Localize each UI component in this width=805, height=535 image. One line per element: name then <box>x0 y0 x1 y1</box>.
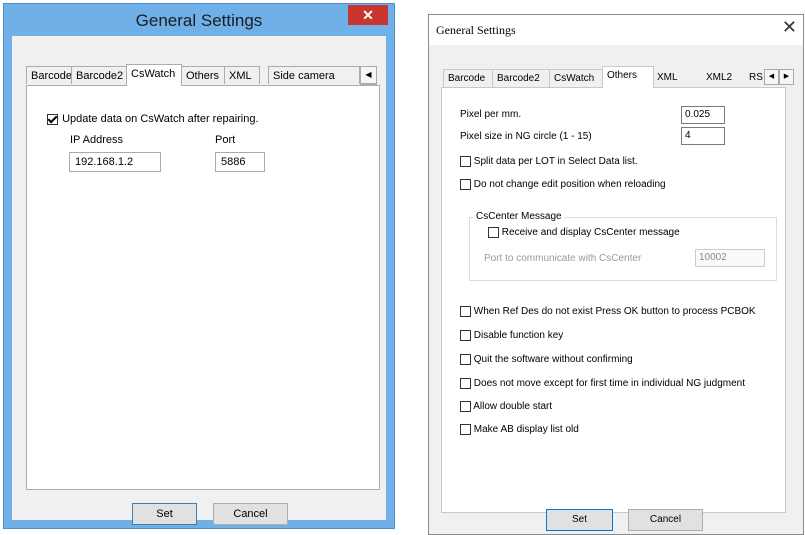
tab-panel-others: Pixel per mm. 0.025 Pixel size in NG cir… <box>441 87 786 513</box>
allow-double-start-label: Allow double start <box>473 401 553 413</box>
ab-display-old-checkbox[interactable] <box>460 424 471 435</box>
receive-cscenter-label: Receive and display CsCenter message <box>501 227 680 239</box>
no-change-edit-label: Do not change edit position when reloadi… <box>473 179 666 191</box>
close-button[interactable]: ✕ <box>348 5 388 25</box>
dialog-client-area: Barcode Barcode2 CsWatch Others XML Side… <box>12 36 386 525</box>
allow-double-start-checkbox[interactable] <box>460 401 471 412</box>
dialog-client-area: Barcode Barcode2 CsWatch Others XML XML2… <box>429 45 803 534</box>
no-change-edit-row[interactable]: Do not change edit position when reloadi… <box>460 179 666 190</box>
option-row[interactable]: Make AB display list old <box>460 424 579 435</box>
option-row[interactable]: When Ref Des do not exist Press OK butto… <box>460 306 756 317</box>
tab-barcode2[interactable]: Barcode2 <box>71 66 127 84</box>
ab-display-old-label: Make AB display list old <box>473 424 579 436</box>
cscenter-group: CsCenter Message Receive and display CsC… <box>469 211 777 281</box>
set-button[interactable]: Set <box>132 503 197 525</box>
ip-address-field[interactable]: 192.168.1.2 <box>69 152 161 172</box>
port-label: Port <box>215 134 236 146</box>
tab-others[interactable]: Others <box>181 66 225 84</box>
split-lot-label: Split data per LOT in Select Data list. <box>473 156 638 168</box>
ip-address-label: IP Address <box>70 134 123 146</box>
disable-function-key-checkbox[interactable] <box>460 330 471 341</box>
set-button[interactable]: Set <box>546 509 613 531</box>
receive-cscenter-checkbox[interactable] <box>488 227 499 238</box>
tab-cswatch[interactable]: CsWatch <box>549 69 603 87</box>
no-change-edit-checkbox[interactable] <box>460 179 471 190</box>
tab-xml[interactable]: XML <box>224 66 260 84</box>
cancel-button[interactable]: Cancel <box>628 509 703 531</box>
general-settings-dialog-right: General Settings ✕ Barcode Barcode2 CsWa… <box>428 14 804 535</box>
tab-barcode2[interactable]: Barcode2 <box>492 69 550 87</box>
update-cswatch-label: Update data on CsWatch after repairing. <box>62 113 259 125</box>
scroll-left-icon[interactable]: ◀ <box>360 66 377 84</box>
general-settings-dialog-left: General Settings ✕ Barcode Barcode2 CsWa… <box>3 3 395 529</box>
tab-cswatch[interactable]: CsWatch <box>126 64 182 86</box>
option-row[interactable]: Quit the software without confirming <box>460 354 633 365</box>
quit-without-confirm-checkbox[interactable] <box>460 354 471 365</box>
no-move-ng-checkbox[interactable] <box>460 378 471 389</box>
pixel-size-field[interactable]: 4 <box>681 127 725 145</box>
tab-scroll-buttons: ◀▶ <box>360 66 392 102</box>
receive-cscenter-row[interactable]: Receive and display CsCenter message <box>488 227 680 238</box>
tab-strip: Barcode Barcode2 CsWatch Others XML Side… <box>26 64 377 102</box>
ref-des-label: When Ref Des do not exist Press OK butto… <box>473 306 756 318</box>
update-cswatch-row[interactable]: Update data on CsWatch after repairing. <box>47 113 259 125</box>
tab-side-camera[interactable]: Side camera <box>268 66 360 84</box>
ref-des-checkbox[interactable] <box>460 306 471 317</box>
tab-scroll-buttons: ◀▶ <box>764 69 794 85</box>
tab-rs[interactable]: RS <box>745 69 765 87</box>
disable-function-key-label: Disable function key <box>473 330 564 342</box>
option-row[interactable]: Disable function key <box>460 330 563 341</box>
tab-barcode[interactable]: Barcode <box>443 69 493 87</box>
split-lot-checkbox[interactable] <box>460 156 471 167</box>
option-row[interactable]: Allow double start <box>460 401 552 412</box>
dialog-title: General Settings <box>436 23 516 37</box>
scroll-right-icon[interactable]: ▶ <box>779 69 794 85</box>
dialog-title: General Settings <box>135 11 263 30</box>
option-row[interactable]: Does not move except for first time in i… <box>460 378 745 389</box>
scroll-left-icon[interactable]: ◀ <box>764 69 779 85</box>
title-bar: General Settings ✕ <box>4 4 394 36</box>
port-field[interactable]: 5886 <box>215 152 265 172</box>
cancel-button[interactable]: Cancel <box>213 503 288 525</box>
close-icon: ✕ <box>362 7 374 23</box>
tab-others[interactable]: Others <box>602 66 654 88</box>
tab-xml2[interactable]: XML2 <box>702 69 738 87</box>
cscenter-port-field: 10002 <box>695 249 765 267</box>
pixel-size-label: Pixel size in NG circle (1 - 15) <box>460 131 592 142</box>
split-lot-row[interactable]: Split data per LOT in Select Data list. <box>460 156 638 167</box>
pixel-per-mm-label: Pixel per mm. <box>460 109 522 120</box>
cscenter-group-label: CsCenter Message <box>474 211 564 222</box>
quit-without-confirm-label: Quit the software without confirming <box>473 354 633 366</box>
tab-xml[interactable]: XML <box>653 69 687 87</box>
update-cswatch-checkbox[interactable] <box>47 113 58 125</box>
tab-panel-cswatch: Update data on CsWatch after repairing. … <box>26 85 380 490</box>
tab-barcode[interactable]: Barcode <box>26 66 72 84</box>
cscenter-port-label: Port to communicate with CsCenter <box>484 253 642 264</box>
no-move-ng-label: Does not move except for first time in i… <box>473 378 746 390</box>
close-icon[interactable]: ✕ <box>782 17 797 38</box>
pixel-per-mm-field[interactable]: 0.025 <box>681 106 725 124</box>
